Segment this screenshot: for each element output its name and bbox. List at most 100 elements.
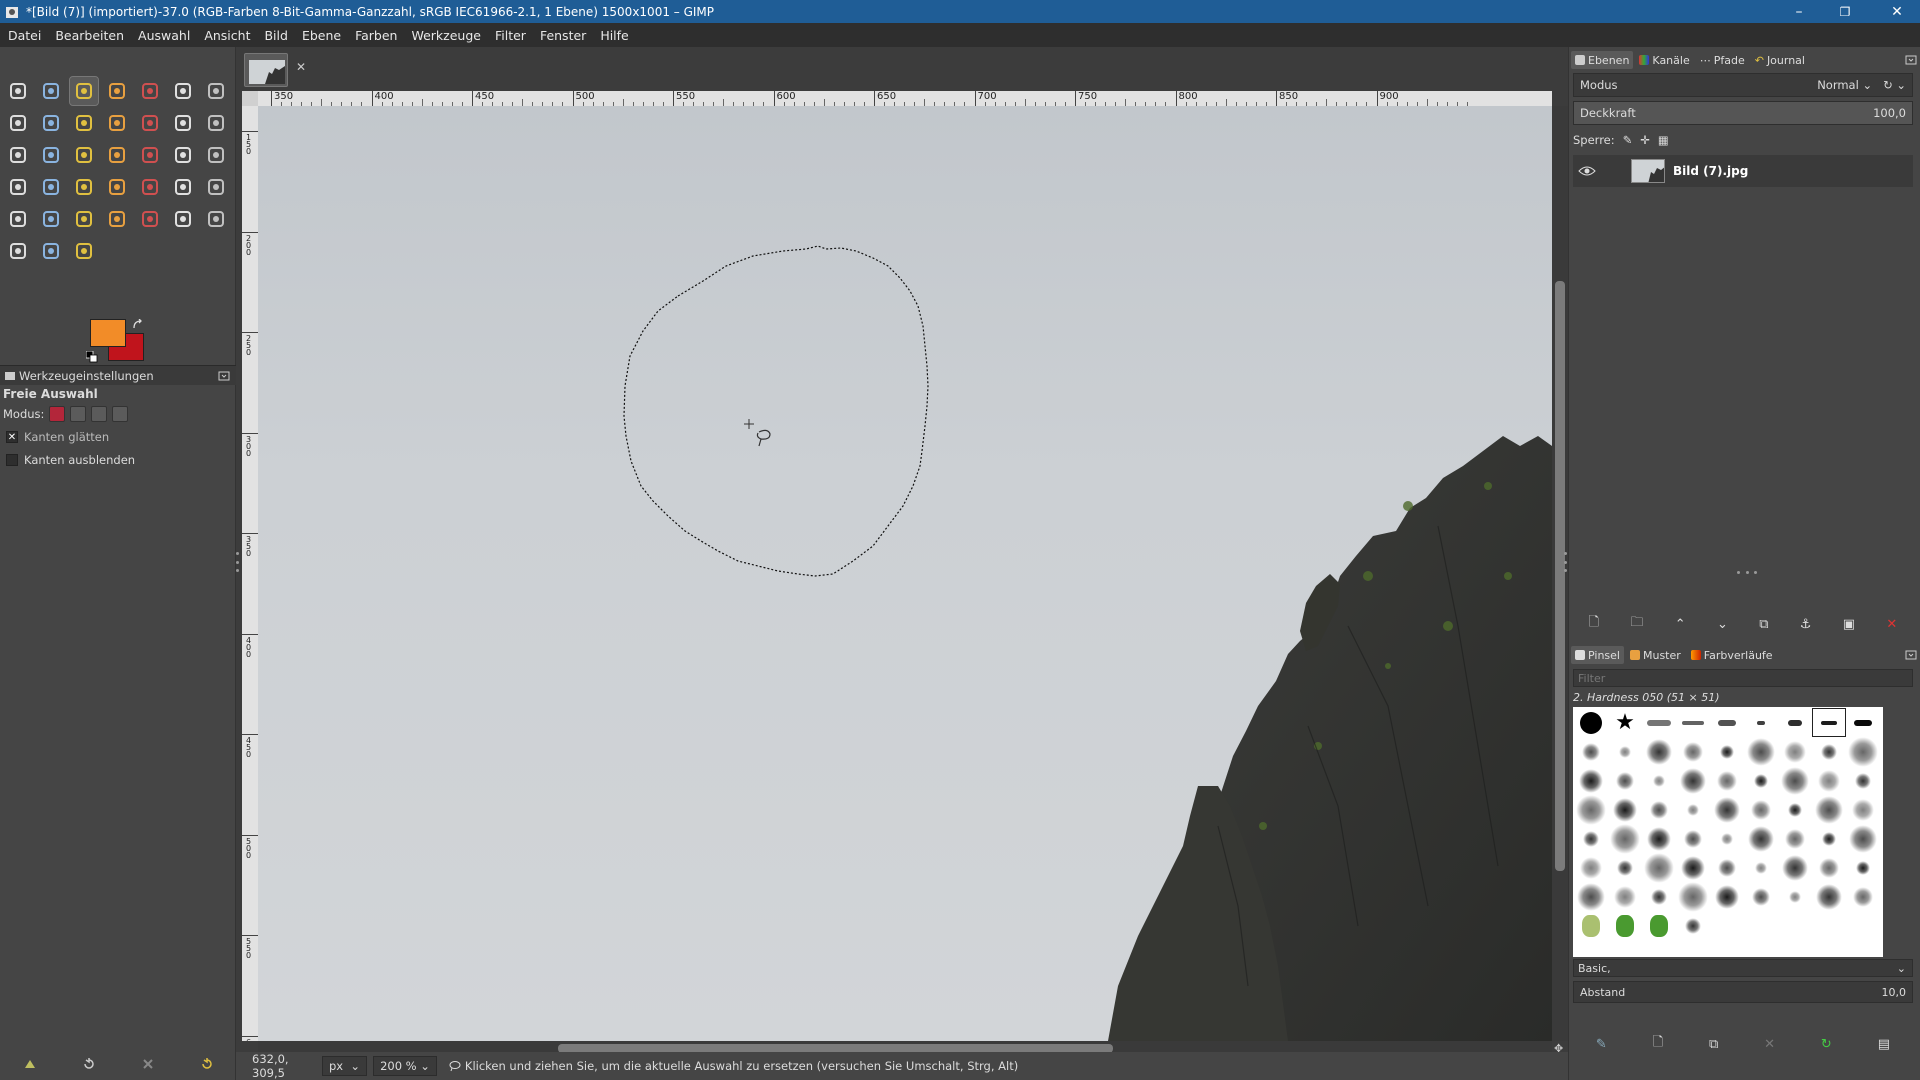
tab-farbverlaeufe[interactable]: Farbverläufe bbox=[1687, 646, 1777, 664]
free-select-tool-icon[interactable] bbox=[69, 76, 99, 106]
delete-layer-icon[interactable]: ✕ bbox=[1886, 617, 1897, 632]
brush-item[interactable] bbox=[1813, 912, 1845, 939]
brush-item[interactable] bbox=[1575, 882, 1607, 911]
brush-preset-select[interactable]: Basic, ⌄ bbox=[1573, 959, 1913, 977]
smudge-tool-icon[interactable] bbox=[4, 237, 32, 265]
foreground-color[interactable] bbox=[90, 319, 126, 347]
edit-brush-icon[interactable]: ✎ bbox=[1596, 1037, 1607, 1052]
measure-tool-icon[interactable] bbox=[37, 109, 65, 137]
antialias-option[interactable]: ✕ Kanten glätten bbox=[6, 430, 109, 444]
heal-tool-icon[interactable] bbox=[169, 205, 197, 233]
ellipse-select-tool-icon[interactable] bbox=[37, 77, 65, 105]
feather-option[interactable]: Kanten ausblenden bbox=[6, 453, 135, 467]
flip-tool-icon[interactable] bbox=[169, 141, 197, 169]
brush-item[interactable] bbox=[1575, 709, 1607, 736]
bucket-fill-tool-icon[interactable] bbox=[103, 173, 131, 201]
brush-item[interactable] bbox=[1813, 854, 1845, 881]
maximize-button[interactable]: ❐ bbox=[1822, 0, 1868, 23]
scale-tool-icon[interactable] bbox=[70, 141, 98, 169]
shear-tool-icon[interactable] bbox=[103, 141, 131, 169]
lower-layer-icon[interactable]: ⌄ bbox=[1717, 617, 1728, 632]
cage-tool-icon[interactable] bbox=[202, 141, 230, 169]
mode-replace-button[interactable] bbox=[49, 406, 66, 422]
brush-item[interactable] bbox=[1847, 824, 1879, 853]
brush-item[interactable] bbox=[1813, 767, 1845, 794]
tab-journal[interactable]: ↶ Journal bbox=[1751, 51, 1809, 69]
brush-item[interactable] bbox=[1812, 708, 1846, 737]
mypaint-tool-icon[interactable] bbox=[103, 205, 131, 233]
feather-checkbox[interactable] bbox=[6, 454, 18, 466]
rotate-tool-icon[interactable] bbox=[37, 141, 65, 169]
layer-name[interactable]: Bild (7).jpg bbox=[1673, 164, 1748, 178]
zoom-select[interactable]: 200 % ⌄ bbox=[373, 1056, 437, 1076]
menu-bild[interactable]: Bild bbox=[260, 28, 291, 43]
brush-item[interactable] bbox=[1677, 796, 1709, 823]
foreground-select-tool-icon[interactable] bbox=[202, 77, 230, 105]
brush-item[interactable] bbox=[1609, 823, 1641, 854]
brush-item[interactable] bbox=[1847, 912, 1879, 939]
delete-options-icon[interactable] bbox=[140, 1056, 156, 1072]
ruler-corner[interactable] bbox=[242, 91, 258, 106]
brush-item[interactable] bbox=[1677, 709, 1709, 736]
brush-item[interactable] bbox=[1643, 912, 1675, 939]
brush-item[interactable] bbox=[1745, 767, 1777, 794]
duplicate-brush-icon[interactable]: ⧉ bbox=[1709, 1037, 1718, 1052]
brush-item[interactable] bbox=[1677, 912, 1709, 939]
image-tab[interactable] bbox=[244, 53, 288, 87]
close-button[interactable]: ✕ bbox=[1874, 0, 1920, 23]
brush-item[interactable] bbox=[1711, 912, 1743, 939]
brush-item[interactable] bbox=[1575, 794, 1607, 825]
dock-separator-grip[interactable] bbox=[1737, 571, 1757, 575]
brush-spacing-slider[interactable]: Abstand 10,0 bbox=[1573, 981, 1913, 1003]
paintbrush-tool-icon[interactable] bbox=[202, 173, 230, 201]
new-layer-group-icon[interactable]: 🗀 bbox=[1630, 613, 1643, 635]
text-tool-icon[interactable] bbox=[70, 173, 98, 201]
default-colors-icon[interactable] bbox=[86, 351, 98, 363]
delete-brush-icon[interactable]: ✕ bbox=[1764, 1037, 1775, 1052]
brush-item[interactable] bbox=[1847, 883, 1879, 910]
brush-item[interactable] bbox=[1745, 825, 1777, 852]
lock-position-icon[interactable]: ✛ bbox=[1640, 133, 1650, 147]
brush-item[interactable] bbox=[1609, 883, 1641, 910]
minimize-button[interactable]: – bbox=[1776, 0, 1822, 23]
brush-grid[interactable]: ★ bbox=[1573, 707, 1883, 957]
brush-item[interactable] bbox=[1643, 767, 1675, 794]
fuzzy-select-tool-icon[interactable] bbox=[103, 77, 131, 105]
restore-options-icon[interactable] bbox=[81, 1056, 97, 1072]
swap-colors-icon[interactable] bbox=[132, 319, 144, 331]
warp-tool-icon[interactable] bbox=[4, 173, 32, 201]
right-dock-grip[interactable] bbox=[1564, 552, 1570, 572]
brush-item[interactable] bbox=[1745, 883, 1777, 910]
left-dock-grip[interactable] bbox=[236, 552, 242, 572]
airbrush-tool-icon[interactable] bbox=[37, 205, 65, 233]
horizontal-ruler[interactable]: 350 400 450 500 550 600 650 700 750 800 850 900 bbox=[258, 91, 1552, 106]
brush-item[interactable] bbox=[1575, 912, 1607, 939]
brush-item[interactable] bbox=[1711, 854, 1743, 881]
blend-tool-icon[interactable] bbox=[136, 173, 164, 201]
close-tab-icon[interactable]: ✕ bbox=[296, 60, 306, 74]
mode-subtract-button[interactable] bbox=[91, 406, 108, 422]
brush-item[interactable] bbox=[1847, 767, 1879, 794]
brush-item[interactable] bbox=[1609, 796, 1641, 823]
brush-item[interactable] bbox=[1711, 738, 1743, 765]
menu-hilfe[interactable]: Hilfe bbox=[596, 28, 632, 43]
brush-item[interactable] bbox=[1643, 825, 1675, 852]
dock-menu-icon[interactable] bbox=[1905, 649, 1917, 661]
brush-item[interactable] bbox=[1609, 767, 1641, 794]
menu-auswahl[interactable]: Auswahl bbox=[134, 28, 194, 43]
brush-item[interactable] bbox=[1609, 854, 1641, 881]
brush-item[interactable] bbox=[1813, 795, 1845, 824]
brush-filter-input[interactable]: Filter bbox=[1573, 669, 1913, 687]
brush-item[interactable] bbox=[1779, 738, 1811, 765]
brush-item[interactable] bbox=[1711, 709, 1743, 736]
brush-item[interactable] bbox=[1643, 852, 1675, 883]
text-align-tool-icon[interactable] bbox=[103, 109, 131, 137]
brush-item[interactable] bbox=[1813, 825, 1845, 852]
eraser-tool-icon[interactable] bbox=[4, 205, 32, 233]
brush-item[interactable] bbox=[1643, 883, 1675, 910]
dodge-burn-tool-icon[interactable] bbox=[37, 237, 65, 265]
brush-item[interactable] bbox=[1745, 796, 1777, 823]
brush-item[interactable]: ★ bbox=[1609, 709, 1641, 736]
dock-menu-icon[interactable] bbox=[218, 370, 230, 382]
menu-filter[interactable]: Filter bbox=[491, 28, 530, 43]
